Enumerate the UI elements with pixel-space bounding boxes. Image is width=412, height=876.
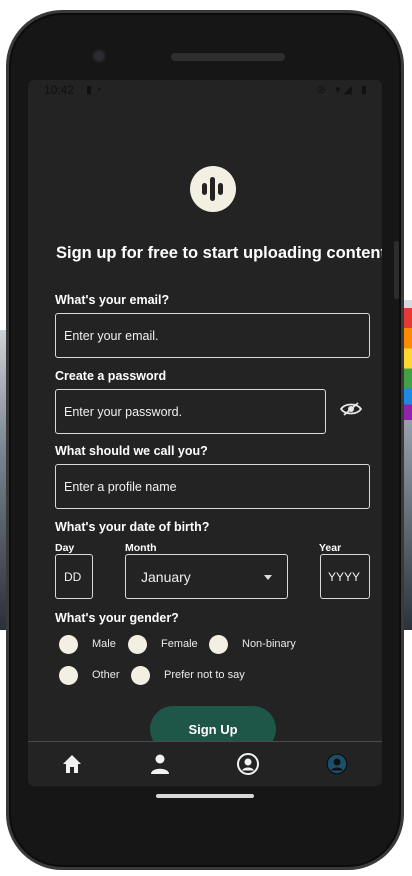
- status-system-icons: ⊘ ▾◢ ▮: [316, 84, 370, 96]
- earpiece-speaker: [171, 53, 285, 61]
- status-time: 10:42: [44, 83, 75, 97]
- radio-male[interactable]: [59, 635, 78, 654]
- radio-prefer-not-to-say[interactable]: [131, 666, 150, 685]
- month-select-value: January: [141, 568, 191, 585]
- background-rainbow-strip: [404, 308, 412, 420]
- date-of-birth-label: What's your date of birth?: [55, 520, 210, 534]
- profile-name-label: What should we call you?: [55, 444, 208, 458]
- page-title: Sign up for free to start uploading cont…: [56, 244, 382, 262]
- day-label: Day: [55, 542, 75, 554]
- app-logo-icon: [190, 166, 236, 212]
- home-icon[interactable]: [60, 752, 84, 776]
- year-label: Year: [319, 542, 342, 554]
- front-camera: [92, 49, 106, 63]
- phone-side-button: [394, 241, 399, 299]
- radio-other[interactable]: [59, 666, 78, 685]
- radio-female-label: Female: [161, 638, 198, 650]
- status-notification-icons: ▮ ◔: [86, 84, 102, 96]
- password-label: Create a password: [55, 369, 167, 383]
- chevron-down-icon: [264, 575, 272, 580]
- radio-non-binary-label: Non-binary: [242, 638, 296, 650]
- email-field[interactable]: Enter your email.: [55, 313, 370, 358]
- app-screen: 10:42 ▮ ◔ ⊘ ▾◢ ▮ Sign up for free to sta…: [28, 80, 382, 786]
- home-indicator: [156, 794, 254, 798]
- radio-female[interactable]: [128, 635, 147, 654]
- password-field[interactable]: Enter your password.: [55, 389, 326, 434]
- month-select[interactable]: January: [125, 554, 288, 599]
- radio-non-binary[interactable]: [209, 635, 228, 654]
- gender-label: What's your gender?: [55, 611, 179, 625]
- toggle-password-visibility-icon[interactable]: [340, 401, 362, 417]
- user-icon[interactable]: [148, 752, 172, 776]
- profile-circle-icon[interactable]: [236, 752, 260, 776]
- email-label: What's your email?: [55, 293, 170, 307]
- radio-other-label: Other: [92, 669, 120, 681]
- year-field[interactable]: YYYY: [320, 554, 370, 599]
- day-field[interactable]: DD: [55, 554, 93, 599]
- account-active-icon[interactable]: [325, 752, 349, 776]
- radio-prefer-not-to-say-label: Prefer not to say: [164, 669, 245, 681]
- radio-male-label: Male: [92, 638, 116, 650]
- month-label: Month: [125, 542, 157, 554]
- profile-name-field[interactable]: Enter a profile name: [55, 464, 370, 509]
- bottom-navigation: [28, 741, 382, 786]
- status-bar: 10:42 ▮ ◔ ⊘ ▾◢ ▮: [28, 80, 382, 100]
